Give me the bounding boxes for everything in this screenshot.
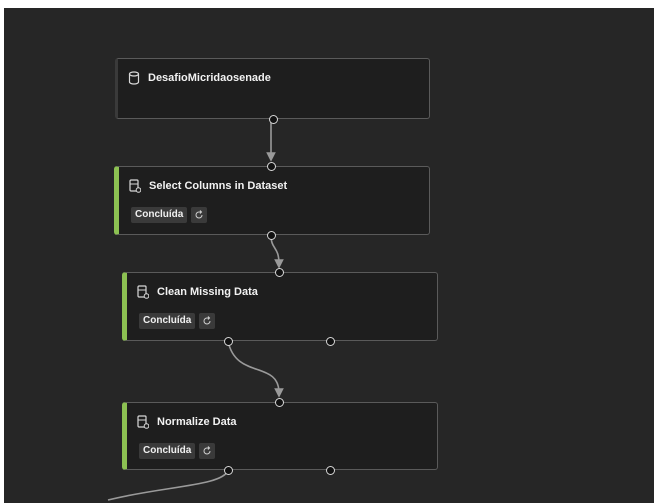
status-badge: Concluída — [139, 443, 196, 459]
refresh-icon[interactable] — [199, 443, 216, 459]
module-icon — [129, 179, 141, 193]
clean-missing-node[interactable]: Clean Missing Data Concluída — [122, 268, 438, 346]
dataset-node[interactable]: DesafioMicridaosenade — [115, 58, 430, 124]
module-icon — [137, 415, 149, 429]
input-port[interactable] — [275, 398, 284, 407]
output-port-right[interactable] — [326, 337, 335, 346]
edge-clean-to-normalize[interactable] — [227, 340, 284, 398]
input-port[interactable] — [275, 268, 284, 277]
refresh-icon[interactable] — [199, 313, 216, 329]
output-port[interactable] — [267, 231, 276, 240]
select-columns-node[interactable]: Select Columns in Dataset Concluída — [114, 162, 430, 240]
status-badge: Concluída — [139, 313, 196, 329]
dataset-cylinder-icon — [128, 71, 140, 85]
output-port-right[interactable] — [326, 466, 335, 475]
refresh-icon[interactable] — [191, 207, 208, 223]
pipeline-canvas[interactable]: DesafioMicridaosenade Select Columns in … — [4, 8, 654, 503]
input-port[interactable] — [267, 162, 276, 171]
output-port-left[interactable] — [224, 337, 233, 346]
normalize-node[interactable]: Normalize Data Concluída — [122, 398, 438, 475]
node-title: DesafioMicridaosenade — [148, 72, 271, 84]
node-title: Clean Missing Data — [157, 286, 258, 298]
output-port-left[interactable] — [224, 466, 233, 475]
module-icon — [137, 285, 149, 299]
status-badge: Concluída — [131, 207, 188, 223]
output-port[interactable] — [269, 115, 278, 124]
edge-normalize-to-next[interactable] — [107, 469, 229, 501]
node-title: Select Columns in Dataset — [149, 180, 288, 192]
node-title: Normalize Data — [157, 416, 237, 428]
